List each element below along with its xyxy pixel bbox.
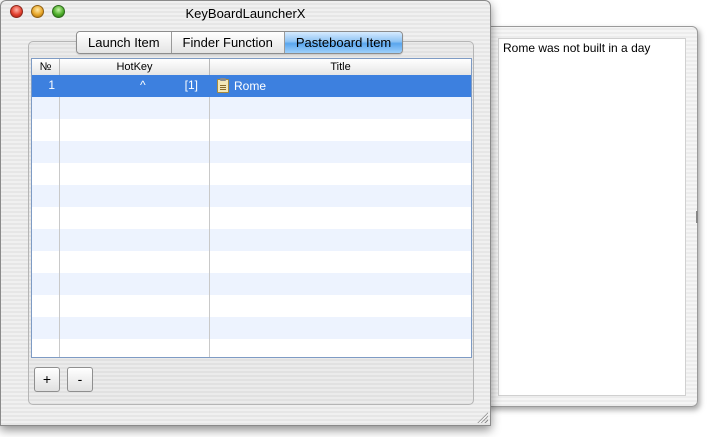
title-bar[interactable]: KeyBoardLauncherX <box>1 1 490 23</box>
pasteboard-drawer: Rome was not built in a day <box>486 26 698 407</box>
add-item-button[interactable]: + <box>34 367 60 392</box>
drawer-resize-grip[interactable] <box>696 211 698 223</box>
column-header-hotkey[interactable]: HotKey <box>60 59 210 75</box>
table-body[interactable] <box>32 75 471 357</box>
window-resize-handle[interactable] <box>476 411 488 423</box>
tab-launch-item[interactable]: Launch Item <box>77 32 172 53</box>
column-divider <box>209 75 210 357</box>
table-row[interactable]: 1 ^ [1] Rome <box>32 75 471 97</box>
pasteboard-text-view[interactable]: Rome was not built in a day <box>498 38 686 396</box>
main-window: KeyBoardLauncherX Launch Item Finder Fun… <box>0 0 491 426</box>
tab-finder-function[interactable]: Finder Function <box>171 32 285 53</box>
row-title: Rome <box>210 75 471 97</box>
table-header: № HotKey Title <box>32 59 471 76</box>
pasteboard-text: Rome was not built in a day <box>503 41 651 55</box>
clipboard-icon <box>217 78 229 93</box>
tab-pasteboard-item[interactable]: Pasteboard Item <box>284 32 403 53</box>
column-header-number[interactable]: № <box>32 59 60 75</box>
row-title-text: Rome <box>234 79 267 93</box>
hotkey-key: [1] <box>184 78 198 92</box>
window-title: KeyBoardLauncherX <box>185 6 306 21</box>
remove-item-button[interactable]: - <box>67 367 93 392</box>
tab-bar: Launch Item Finder Function Pasteboard I… <box>76 31 404 54</box>
column-header-title[interactable]: Title <box>210 59 471 75</box>
row-hotkey: ^ [1] <box>60 75 210 97</box>
row-number: 1 <box>48 78 55 92</box>
hotkey-modifier: ^ <box>140 78 146 92</box>
column-divider <box>59 75 60 357</box>
pasteboard-table[interactable]: № HotKey Title 1 ^ [1] Rome <box>31 58 472 358</box>
